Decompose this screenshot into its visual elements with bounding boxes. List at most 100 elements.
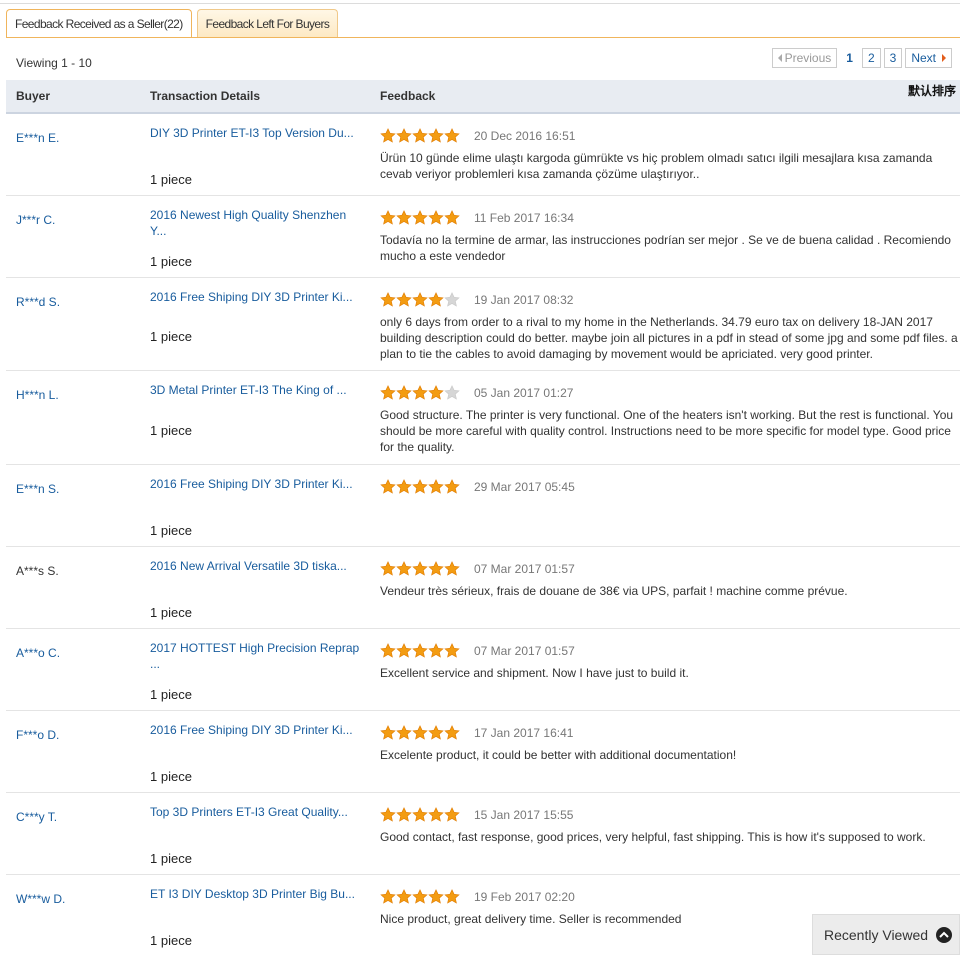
feedback-date: 19 Feb 2017 02:20: [474, 890, 575, 904]
star-filled-icon: [396, 643, 412, 658]
star-filled-icon: [412, 807, 428, 822]
transaction-link[interactable]: ET I3 DIY Desktop 3D Printer Big Bu...: [150, 886, 362, 902]
star-filled-icon: [380, 479, 396, 494]
page-number: 2: [867, 51, 875, 65]
star-filled-icon: [412, 643, 428, 658]
buyer-name[interactable]: J***r C.: [16, 213, 55, 227]
star-rating: [380, 725, 460, 741]
star-filled-icon: [396, 385, 412, 400]
star-rating: [380, 210, 460, 226]
star-filled-icon: [412, 889, 428, 904]
tab-label: Feedback Left For Buyers: [205, 16, 330, 31]
feedback-cell: 29 Mar 2017 05:45: [380, 477, 958, 501]
transaction-link[interactable]: 2016 Free Shiping DIY 3D Printer Ki...: [150, 476, 362, 492]
top-divider: [0, 3, 960, 4]
star-filled-icon: [444, 561, 460, 576]
star-rating: [380, 479, 460, 495]
feedback-tabs: Feedback Received as a Seller(22) Feedba…: [6, 9, 343, 38]
recently-viewed-panel[interactable]: Recently Viewed: [812, 914, 960, 955]
star-filled-icon: [412, 210, 428, 225]
feedback-comment: Excelente product, it could be better wi…: [380, 748, 737, 762]
sort-selector[interactable]: 默认排序: [908, 82, 956, 99]
table-row: H***n L. 3D Metal Printer ET-I3 The King …: [6, 371, 960, 465]
star-filled-icon: [412, 128, 428, 143]
pagination: Previous 1 2 3 Next: [769, 48, 952, 68]
rating-line: 20 Dec 2016 16:51: [380, 126, 958, 146]
star-filled-icon: [428, 561, 444, 576]
star-filled-icon: [380, 210, 396, 225]
star-filled-icon: [380, 643, 396, 658]
quantity: 1 piece: [150, 687, 192, 702]
tab-feedback-left[interactable]: Feedback Left For Buyers: [196, 9, 339, 37]
tab-label: Feedback Received as a Seller(22): [15, 17, 183, 31]
feedback-date: 15 Jan 2017 15:55: [474, 808, 574, 822]
tab-feedback-received[interactable]: Feedback Received as a Seller(22): [6, 9, 192, 38]
buyer-name[interactable]: E***n S.: [16, 482, 59, 496]
chevron-up-icon[interactable]: [936, 926, 953, 943]
star-filled-icon: [396, 128, 412, 143]
transaction-link[interactable]: Top 3D Printers ET-I3 Great Quality...: [150, 804, 362, 820]
star-filled-icon: [444, 725, 460, 740]
rating-line: 07 Mar 2017 01:57: [380, 641, 958, 661]
feedback-date: 19 Jan 2017 08:32: [474, 293, 574, 307]
feedback-comment: Ürün 10 günde elime ulaştı kargoda gümrü…: [380, 151, 933, 181]
transaction-link[interactable]: 2016 Free Shiping DIY 3D Printer Ki...: [150, 722, 362, 738]
tab-underline: [6, 37, 960, 38]
buyer-name[interactable]: A***o C.: [16, 646, 60, 660]
star-rating: [380, 807, 460, 823]
page-1-button[interactable]: 1: [840, 48, 859, 68]
star-filled-icon: [428, 643, 444, 658]
buyer-name[interactable]: R***d S.: [16, 295, 60, 309]
previous-page-button[interactable]: Previous: [771, 48, 838, 68]
star-filled-icon: [380, 807, 396, 822]
star-filled-icon: [428, 479, 444, 494]
page-3-button[interactable]: 3: [883, 48, 903, 68]
quantity: 1 piece: [150, 769, 192, 784]
star-rating: [380, 128, 460, 144]
transaction-link[interactable]: 2017 HOTTEST High Precision Reprap ...: [150, 640, 362, 672]
table-row: A***o C. 2017 HOTTEST High Precision Repr…: [6, 629, 960, 711]
star-filled-icon: [444, 889, 460, 904]
page-number: 1: [846, 51, 853, 65]
star-filled-icon: [380, 561, 396, 576]
table-row: F***o D. 2016 Free Shiping DIY 3D Printer…: [6, 711, 960, 793]
table-row: E***n S. 2016 Free Shiping DIY 3D Printer…: [6, 465, 960, 547]
star-filled-icon: [380, 128, 396, 143]
transaction-link[interactable]: 2016 Free Shiping DIY 3D Printer Ki...: [150, 289, 362, 305]
quantity: 1 piece: [150, 851, 192, 866]
transaction-link[interactable]: 2016 Newest High Quality Shenzhen Y...: [150, 207, 362, 239]
star-filled-icon: [444, 128, 460, 143]
star-filled-icon: [396, 889, 412, 904]
buyer-name[interactable]: C***y T.: [16, 810, 57, 824]
rating-line: 15 Jan 2017 15:55: [380, 805, 958, 825]
transaction-link[interactable]: 2016 New Arrival Versatile 3D tiska...: [150, 558, 362, 574]
transaction-link[interactable]: 3D Metal Printer ET-I3 The King of ...: [150, 382, 362, 398]
rating-line: 07 Mar 2017 01:57: [380, 559, 958, 579]
feedback-date: 20 Dec 2016 16:51: [474, 129, 576, 143]
quantity: 1 piece: [150, 423, 192, 438]
star-filled-icon: [412, 561, 428, 576]
feedback-date: 07 Mar 2017 01:57: [474, 562, 575, 576]
buyer-name[interactable]: H***n L.: [16, 388, 59, 402]
feedback-date: 05 Jan 2017 01:27: [474, 386, 574, 400]
star-filled-icon: [412, 292, 428, 307]
feedback-comment: Vendeur très sérieux, frais de douane de…: [380, 584, 848, 598]
page-2-button[interactable]: 2: [861, 48, 881, 68]
feedback-date: 17 Jan 2017 16:41: [474, 726, 574, 740]
star-filled-icon: [444, 210, 460, 225]
column-header-buyer: Buyer: [16, 89, 51, 103]
buyer-name[interactable]: E***n E.: [16, 131, 59, 145]
buyer-name[interactable]: W***w D.: [16, 892, 65, 906]
chevron-right-icon: [942, 54, 946, 62]
feedback-comment: Todavía no la termine de armar, las inst…: [380, 233, 951, 263]
next-label: Next: [911, 51, 936, 65]
table-header: Buyer Transaction Details Feedback: [6, 80, 960, 114]
star-filled-icon: [428, 385, 444, 400]
feedback-cell: 07 Mar 2017 01:57 Vendeur très sérieux, f…: [380, 559, 958, 599]
star-filled-icon: [396, 479, 412, 494]
transaction-link[interactable]: DIY 3D Printer ET-I3 Top Version Du...: [150, 125, 362, 141]
table-row: C***y T. Top 3D Printers ET-I3 Great Qual…: [6, 793, 960, 875]
star-rating: [380, 561, 460, 577]
next-page-button[interactable]: Next: [905, 48, 952, 68]
buyer-name[interactable]: F***o D.: [16, 728, 59, 742]
